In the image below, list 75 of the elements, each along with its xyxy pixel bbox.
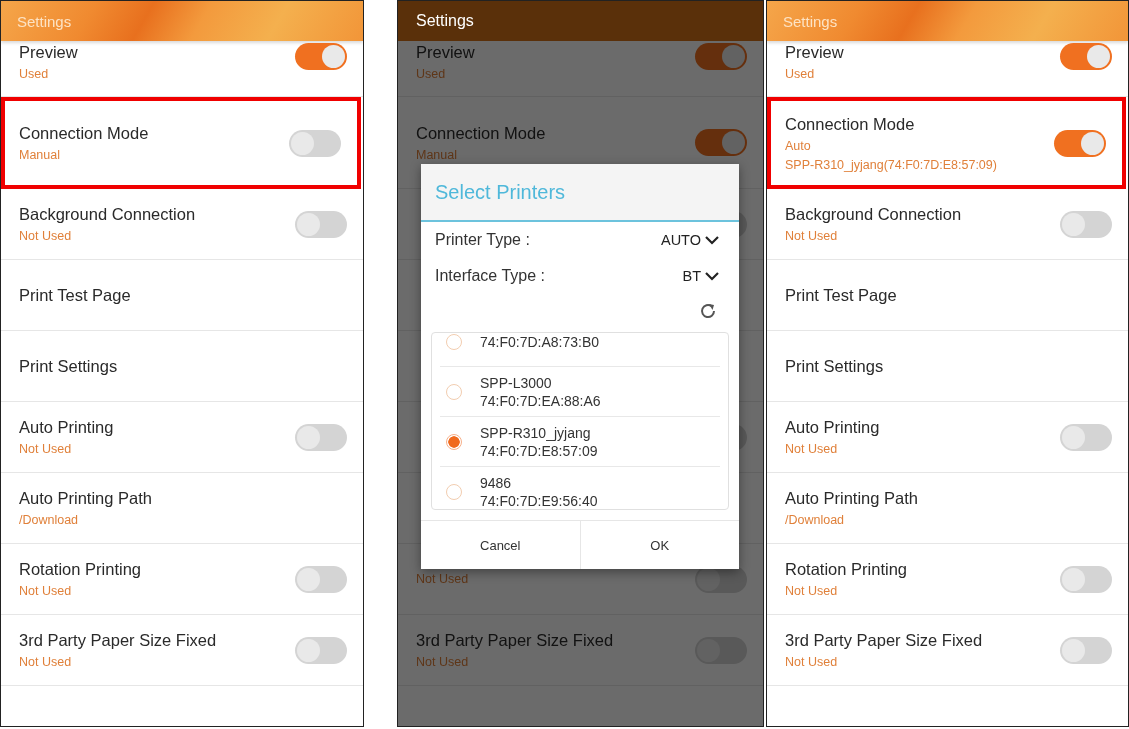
screen-title: Settings [415,11,475,31]
dialog-title: Select Printers [435,180,566,204]
toggle-switch[interactable] [289,129,341,157]
dialog-button[interactable]: Cancel [421,521,581,569]
setting-value: Manual [19,148,61,162]
setting-value: Used [19,67,50,81]
toggle-switch[interactable] [295,43,347,70]
toggle-switch[interactable] [295,636,347,664]
setting-title[interactable]: Preview [19,43,78,62]
field-label: Interface Type : [435,267,545,285]
setting-value: Not Used [19,229,73,243]
device-name[interactable]: SPP-L3000 [480,373,601,392]
device-address[interactable]: 74:F0:7D:A8:73:B0 [480,333,600,351]
setting-value: Auto [785,138,812,153]
setting-title[interactable]: Preview [785,43,844,62]
toggle-switch[interactable] [1060,565,1112,593]
screen-title: Settings [17,12,72,30]
toggle-switch[interactable] [295,423,347,451]
setting-title[interactable]: Print Test Page [785,285,897,305]
setting-value: SPP-R310_jyjang(74:F0:7D:E8:57:09) [785,157,997,172]
setting-title[interactable]: Rotation Printing [785,560,907,579]
device-name[interactable]: 9486 [480,473,598,492]
setting-value: Not Used [416,655,470,669]
setting-value: Not Used [785,655,839,669]
setting-title[interactable]: Rotation Printing [19,560,141,579]
setting-title[interactable]: Preview [416,43,475,62]
setting-value: /Download [785,513,846,527]
toggle-switch[interactable] [695,129,747,156]
toggle-switch[interactable] [695,43,747,70]
setting-title[interactable]: Print Settings [19,356,118,376]
setting-title[interactable]: Background Connection [785,205,962,224]
setting-title[interactable]: Print Settings [785,356,884,376]
device-address[interactable]: 74:F0:7D:EA:88:A6 [480,391,601,410]
setting-value: /Download [19,513,80,527]
setting-title[interactable]: Print Test Page [19,285,131,305]
toggle-switch[interactable] [295,210,347,238]
toggle-switch[interactable] [1060,423,1112,451]
setting-title[interactable]: Auto Printing [785,418,880,437]
dialog-button[interactable]: OK [580,521,739,569]
setting-value: Not Used [785,584,839,598]
toggle-switch[interactable] [1054,129,1106,157]
setting-title[interactable]: 3rd Party Paper Size Fixed [416,631,614,650]
chevron-down-icon [705,271,719,281]
setting-title[interactable]: Connection Mode [416,123,546,143]
setting-value: Not Used [785,442,839,456]
toggle-switch[interactable] [1060,43,1112,70]
device-address[interactable]: 74:F0:7D:E9:56:40 [480,491,598,509]
screen-title: Settings [783,12,838,30]
setting-value: Manual [416,147,458,162]
setting-value: Not Used [785,229,839,243]
toggle-switch[interactable] [1060,636,1112,664]
device-address[interactable]: 74:F0:7D:E8:57:09 [480,441,598,460]
setting-value: Not Used [19,655,73,669]
setting-title[interactable]: Auto Printing [19,418,114,437]
toggle-switch[interactable] [1060,210,1112,238]
setting-title[interactable]: 3rd Party Paper Size Fixed [19,631,217,650]
refresh-icon[interactable] [699,302,717,320]
radio-button[interactable] [446,433,462,450]
field-label: Printer Type : [435,231,530,249]
setting-value: Not Used [19,584,73,598]
setting-title[interactable]: Connection Mode [19,124,149,143]
toggle-switch[interactable] [295,565,347,593]
chevron-down-icon [705,235,719,245]
setting-value: Used [785,67,816,81]
setting-title[interactable]: 3rd Party Paper Size Fixed [785,631,983,650]
setting-title[interactable]: Auto Printing Path [785,489,918,508]
setting-value: Used [416,67,447,81]
setting-value: Not Used [416,572,469,586]
setting-title[interactable]: Auto Printing Path [19,489,152,508]
device-name[interactable]: SPP-R310_jyjang [480,423,598,442]
setting-value: Not Used [19,442,73,456]
setting-title[interactable]: Connection Mode [785,114,997,134]
dropdown[interactable]: AUTO [660,232,719,248]
setting-title[interactable]: Background Connection [19,205,196,224]
dropdown[interactable]: BT [682,268,719,284]
